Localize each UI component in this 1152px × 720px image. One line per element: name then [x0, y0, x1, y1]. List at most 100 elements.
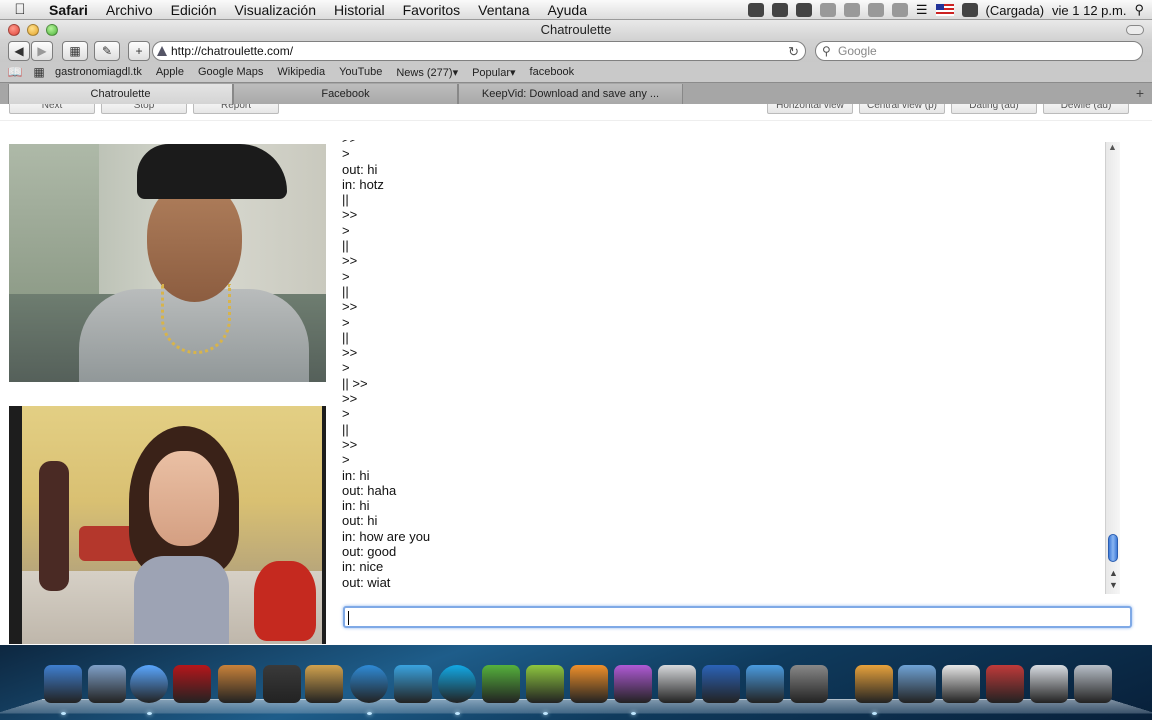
forward-button[interactable]: ▶ — [31, 41, 53, 61]
dock-doc-icon[interactable] — [942, 665, 980, 703]
bookmark-item[interactable]: Wikipedia — [270, 66, 332, 78]
scroll-down-icon[interactable]: ▼ — [1109, 580, 1118, 590]
input-flag-icon[interactable] — [935, 4, 954, 16]
safari-icon[interactable] — [350, 665, 388, 703]
edit-button[interactable]: ✎ — [94, 41, 120, 61]
bookmark-item[interactable]: YouTube — [332, 66, 389, 78]
apple-menu-icon[interactable]:  — [0, 1, 40, 18]
mail-bird-icon[interactable] — [88, 665, 126, 703]
scroll-top-icon[interactable]: ▲ — [1108, 142, 1117, 152]
iphoto-icon[interactable] — [218, 665, 256, 703]
scroll-up-icon[interactable]: ▲ — [1109, 568, 1118, 578]
flv-doc-icon[interactable] — [855, 665, 893, 703]
tab-keepvid[interactable]: KeepVid: Download and save any ... — [458, 84, 683, 104]
bookmark-item[interactable]: Popular▾ — [465, 66, 522, 79]
msn-icon[interactable] — [526, 665, 564, 703]
alien-icon[interactable] — [795, 3, 812, 17]
wifi-icon[interactable]: ☰ — [916, 2, 928, 18]
menu-edicion[interactable]: Edición — [162, 2, 226, 18]
volume-icon[interactable] — [891, 3, 908, 17]
bookmark-item[interactable]: Google Maps — [191, 66, 270, 78]
video-person-chain — [161, 284, 231, 354]
chat-line: > — [342, 360, 350, 376]
back-button[interactable]: ◀ — [8, 41, 30, 61]
photoshop-doc-icon[interactable] — [702, 665, 740, 703]
horizontal-view-button[interactable]: Horizontal view — [767, 104, 853, 114]
e-app-icon[interactable] — [614, 665, 652, 703]
running-indicator — [543, 712, 548, 715]
scroll-thumb[interactable] — [1108, 534, 1118, 562]
report-button[interactable]: Report — [193, 104, 279, 114]
reload-icon[interactable]: ↻ — [788, 43, 799, 61]
adium-icon[interactable] — [482, 665, 520, 703]
bookmark-item[interactable]: News (277)▾ — [389, 66, 465, 79]
show-all-bookmarks-icon[interactable]: ▦ — [30, 65, 48, 79]
chat-line: >> — [342, 207, 358, 223]
browser-toolbar: ◀ ▶ ▦ ✎ + http://chatroulette.com/ ↻ ⚲ G… — [0, 40, 1152, 62]
new-tab-icon[interactable]: + — [1136, 85, 1144, 101]
chat-input[interactable] — [343, 606, 1132, 628]
folder-icon[interactable] — [898, 665, 936, 703]
minimize-button[interactable] — [27, 24, 39, 36]
bookmark-item[interactable]: facebook — [523, 66, 582, 78]
finder-icon[interactable] — [44, 665, 82, 703]
network-app-icon[interactable] — [986, 665, 1024, 703]
tab-bar: Chatroulette Facebook KeepVid: Download … — [0, 82, 1152, 104]
menu-historial[interactable]: Historial — [325, 2, 394, 18]
dating-ad-button[interactable]: Dating (ad) — [951, 104, 1037, 114]
messenger-w-icon[interactable] — [394, 665, 432, 703]
time-machine-icon[interactable] — [843, 3, 860, 17]
tab-facebook[interactable]: Facebook — [233, 84, 458, 104]
battery-icon[interactable] — [961, 3, 978, 17]
preview-icon[interactable] — [1030, 665, 1068, 703]
books-icon[interactable] — [658, 665, 696, 703]
menu-ayuda[interactable]: Ayuda — [539, 2, 596, 18]
bluetooth-icon[interactable] — [867, 3, 884, 17]
ichat-icon[interactable] — [130, 665, 168, 703]
add-bookmark-button[interactable]: + — [128, 41, 150, 61]
window-controls — [8, 24, 58, 36]
top-sites-button[interactable]: ▦ — [62, 41, 88, 61]
video-person-face — [149, 451, 219, 546]
running-indicator — [872, 712, 877, 715]
menu-favoritos[interactable]: Favoritos — [394, 2, 470, 18]
bookmark-item[interactable]: gastronomiagdl.tk — [48, 66, 149, 78]
battery-status[interactable]: (Cargada) — [986, 3, 1045, 18]
imovie-icon[interactable] — [263, 665, 301, 703]
toolbar-toggle-button[interactable] — [1126, 25, 1144, 35]
zoom-button[interactable] — [46, 24, 58, 36]
camera-icon[interactable] — [771, 3, 788, 17]
menu-extras: ☰ (Cargada) vie 1 12 p.m. ⚲ — [747, 0, 1144, 20]
video-converter-icon[interactable] — [790, 665, 828, 703]
tab-chatroulette[interactable]: Chatroulette — [8, 84, 233, 104]
running-indicator — [61, 712, 66, 715]
close-button[interactable] — [8, 24, 20, 36]
stop-button[interactable]: Stop — [101, 104, 187, 114]
chat-line: > — [342, 452, 350, 468]
video-person-cap — [137, 144, 287, 199]
msn-buddies-icon[interactable] — [746, 665, 784, 703]
running-indicator — [367, 712, 372, 715]
menu-archivo[interactable]: Archivo — [97, 2, 162, 18]
dewile-ad-button[interactable]: Dewile (ad) — [1043, 104, 1129, 114]
skype-icon[interactable] — [438, 665, 476, 703]
status-app-icon[interactable] — [747, 3, 764, 17]
address-bar[interactable]: http://chatroulette.com/ ↻ — [152, 41, 806, 61]
menu-clock[interactable]: vie 1 12 p.m. — [1052, 3, 1126, 18]
menu-visualizacion[interactable]: Visualización — [226, 2, 325, 18]
globe-icon[interactable] — [819, 3, 836, 17]
p-app-icon[interactable] — [570, 665, 608, 703]
reading-list-icon[interactable]: 📖 — [6, 65, 24, 79]
garageband-icon[interactable] — [305, 665, 343, 703]
spotlight-icon[interactable]: ⚲ — [1134, 2, 1144, 18]
menu-ventana[interactable]: Ventana — [469, 2, 538, 18]
trash-icon[interactable] — [1074, 665, 1112, 703]
bookmark-item[interactable]: Apple — [149, 66, 191, 78]
photo-booth-icon[interactable] — [173, 665, 211, 703]
chat-line: in: hi — [342, 467, 370, 483]
next-button[interactable]: Next — [9, 104, 95, 114]
chat-scrollbar[interactable]: ▲ ▲ ▼ — [1105, 142, 1120, 594]
menu-app-name[interactable]: Safari — [40, 2, 97, 18]
central-view-button[interactable]: Central view (p) — [859, 104, 945, 114]
search-field[interactable]: ⚲ Google — [815, 41, 1143, 61]
